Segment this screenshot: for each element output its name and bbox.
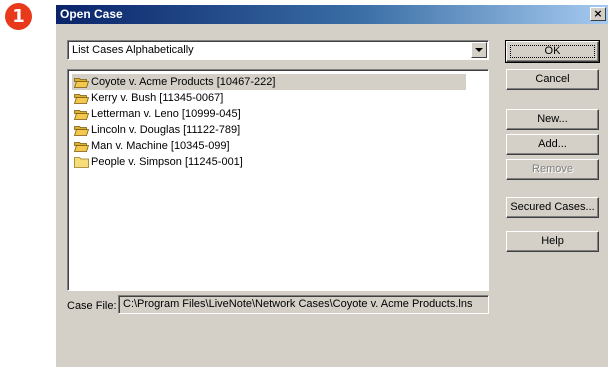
cancel-button-label: Cancel [535, 73, 570, 85]
sort-order-select[interactable]: List Cases Alphabetically [67, 40, 489, 60]
remove-case-button-label: Remove [532, 163, 573, 175]
closed-folder-icon [74, 157, 89, 168]
help-button[interactable]: Help [506, 231, 599, 252]
cancel-button[interactable]: Cancel [506, 69, 599, 90]
window-title: Open Case [60, 7, 123, 21]
focus-ring [510, 45, 595, 58]
open-folder-icon [74, 94, 89, 104]
close-button[interactable]: × [590, 7, 606, 21]
chevron-down-icon[interactable] [471, 42, 487, 58]
new-case-button[interactable]: New... [506, 109, 599, 130]
help-button-label: Help [541, 235, 564, 247]
add-case-button-label: Add... [538, 138, 567, 150]
new-case-button-label: New... [537, 113, 568, 125]
open-folder-icon [74, 126, 89, 136]
case-label: People v. Simpson [11245-001] [91, 156, 243, 168]
case-list[interactable]: Coyote v. Acme Products [10467-222] Kerr… [67, 69, 489, 291]
case-label: Man v. Machine [10345-099] [91, 140, 230, 152]
close-icon: × [593, 7, 603, 20]
add-case-button[interactable]: Add... [506, 134, 599, 155]
case-file-label: Case File: [67, 300, 117, 312]
list-item[interactable]: Letterman v. Leno [10999-045] [72, 106, 466, 122]
secured-cases-button-label: Secured Cases... [510, 201, 595, 213]
open-folder-icon [74, 110, 89, 120]
case-file-path: C:\Program Files\LiveNote\Network Cases\… [118, 295, 489, 314]
case-label: Coyote v. Acme Products [10467-222] [91, 76, 276, 88]
open-folder-icon [74, 142, 89, 152]
sort-order-value: List Cases Alphabetically [72, 44, 194, 56]
list-item[interactable]: Lincoln v. Douglas [11122-789] [72, 122, 466, 138]
open-case-dialog: Open Case × List Cases Alphabetically Co… [56, 5, 608, 367]
list-item[interactable]: Coyote v. Acme Products [10467-222] [72, 74, 466, 90]
case-label: Letterman v. Leno [10999-045] [91, 108, 241, 120]
list-item[interactable]: People v. Simpson [11245-001] [72, 154, 466, 170]
title-bar[interactable]: Open Case × [56, 5, 608, 24]
step-number-badge: 1 [5, 3, 32, 30]
list-item[interactable]: Man v. Machine [10345-099] [72, 138, 466, 154]
secured-cases-button[interactable]: Secured Cases... [506, 197, 599, 218]
remove-case-button[interactable]: Remove [506, 159, 599, 180]
list-item[interactable]: Kerry v. Bush [11345-0067] [72, 90, 466, 106]
case-label: Kerry v. Bush [11345-0067] [91, 92, 224, 104]
case-label: Lincoln v. Douglas [11122-789] [91, 124, 241, 136]
ok-button[interactable]: OK [505, 40, 600, 63]
open-folder-icon [74, 78, 89, 88]
